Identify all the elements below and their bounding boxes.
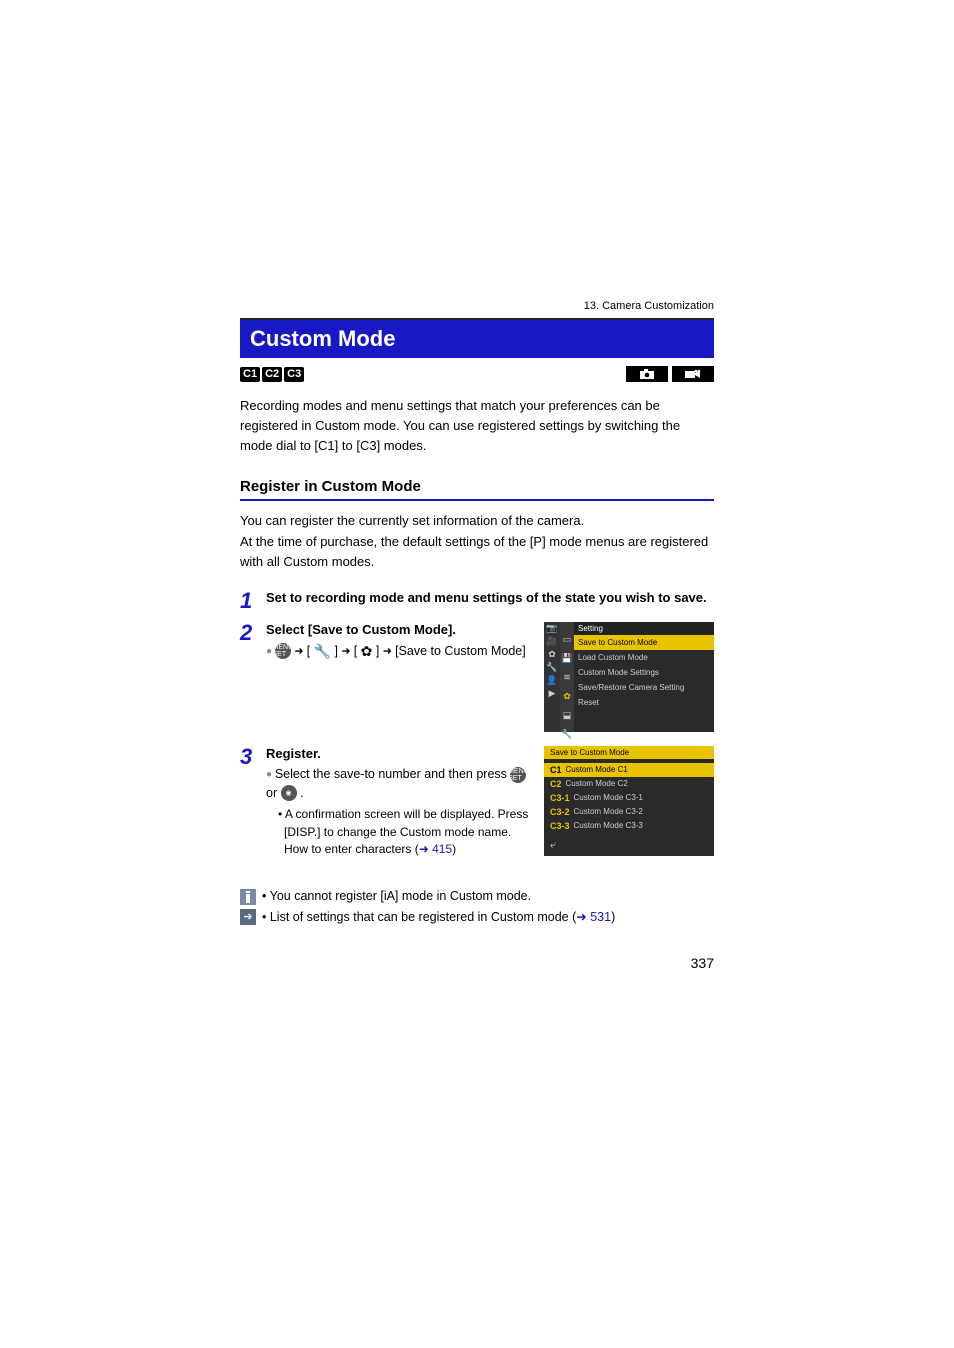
menu-item: Custom Mode Settings [574, 665, 714, 680]
arrow-icon: ➜ [383, 645, 395, 657]
menu-set-icon: MENUSET [275, 643, 291, 659]
right-arrow-icon: ➜ [419, 842, 432, 856]
page-sub-icon: ▭ [563, 634, 572, 645]
photo-mode-icon [626, 366, 668, 382]
step-2: 2 Select [Save to Custom Mode]. MENUSET … [240, 622, 534, 662]
step-heading: Select [Save to Custom Mode]. [266, 622, 534, 637]
back-icon: ⤶ [544, 835, 714, 856]
card-sub-icon: 💾 [561, 653, 572, 664]
notes-block: You cannot register [iA] mode in Custom … [240, 889, 714, 925]
save-slot-menu-figure: Save to Custom Mode C1Custom Mode C1 C2C… [544, 746, 714, 856]
menu-panel-title: Save to Custom Mode [544, 746, 714, 759]
section-text: You can register the currently set infor… [240, 511, 714, 571]
camera-tab-icon: 📷 [544, 622, 560, 635]
page-ref-link[interactable]: 415 [432, 842, 452, 856]
mode-badge-c1: C1 [240, 367, 260, 382]
intro-text: Recording modes and menu settings that m… [240, 396, 714, 456]
arrow-icon: ➜ [341, 645, 353, 657]
page-content: 13. Camera Customization Custom Mode C1 … [0, 0, 954, 1031]
breadcrumb: 13. Camera Customization [240, 300, 714, 312]
mode-badges: C1 C2 C3 [240, 367, 304, 382]
menu-item: Save/Restore Camera Setting [574, 680, 714, 695]
wrench-tab-icon: 🔧 [544, 661, 560, 674]
note-link: ➔ List of settings that can be registere… [240, 909, 714, 925]
confirmation-note: A confirmation screen will be displayed.… [278, 806, 534, 858]
menu-item: C3-2Custom Mode C3-2 [544, 805, 714, 819]
arrow-icon: ➜ [294, 645, 306, 657]
menu-sidebar-tabs: 📷 🎥 ✿ 🔧 👤 ▶ [544, 622, 560, 732]
note-text: You cannot register [iA] mode in Custom … [262, 889, 531, 903]
menu-subtabs: ▭ 💾 ≋ ✿ ⬓ 🔧 [560, 622, 574, 732]
menu-path: MENUSET ➜ [ 🔧 ] ➜ [ ✿ ] ➜ [Save to Custo… [266, 641, 534, 662]
video-tab-icon: 🎥 [544, 635, 560, 648]
gear-icon: ✿ [361, 643, 373, 659]
info-note-icon [240, 889, 256, 905]
menu-set-icon: MENUSET [510, 767, 526, 783]
menu-panel-title: Setting [574, 622, 714, 635]
play-tab-icon: ▶ [544, 687, 560, 700]
menu-path-end: [Save to Custom Mode] [395, 644, 526, 658]
menu-item: C3-3Custom Mode C3-3 [544, 819, 714, 833]
step-3-row: 3 Register. Select the save-to number an… [240, 746, 714, 869]
step-2-row: 2 Select [Save to Custom Mode]. MENUSET … [240, 622, 714, 732]
menu-item: C3-1Custom Mode C3-1 [544, 791, 714, 805]
net-sub-icon: ≋ [563, 672, 571, 683]
menu-main-panel: Setting Save to Custom Mode Load Custom … [574, 622, 714, 732]
menu-item: Load Custom Mode [574, 650, 714, 665]
mode-badge-row: C1 C2 C3 [240, 366, 714, 382]
gear-sub-icon: ✿ [563, 691, 571, 702]
step-number: 3 [240, 746, 266, 859]
video-mode-icon [672, 366, 714, 382]
wrench2-sub-icon: 🔧 [561, 729, 572, 740]
right-arrow-icon: ➜ [576, 910, 590, 924]
arrow-note-icon: ➔ [240, 909, 256, 925]
menu-item: Reset [574, 695, 714, 710]
menu-item: C1Custom Mode C1 [544, 763, 714, 777]
page-ref-link[interactable]: 531 [590, 910, 611, 924]
mode-badge-c2: C2 [262, 367, 282, 382]
note-text: List of settings that can be registered … [262, 909, 615, 924]
page-number: 337 [240, 955, 714, 971]
step-1: 1 Set to recording mode and menu setting… [240, 590, 714, 612]
mode-badge-c3: C3 [284, 367, 304, 382]
custom-tab-icon: ✿ [544, 648, 560, 661]
joystick-icon: ◉ [281, 785, 297, 801]
wrench-icon: 🔧 [314, 643, 331, 659]
user-tab-icon: 👤 [544, 674, 560, 687]
step-3: 3 Register. Select the save-to number an… [240, 746, 534, 859]
step-heading: Register. [266, 746, 534, 761]
note-info: You cannot register [iA] mode in Custom … [240, 889, 714, 905]
step-line: Select the save-to number and then press… [266, 765, 534, 803]
menu-item: C2Custom Mode C2 [544, 777, 714, 791]
step-number: 2 [240, 622, 266, 662]
screen-sub-icon: ⬓ [563, 710, 572, 721]
step-number: 1 [240, 590, 266, 612]
menu-item: Save to Custom Mode [574, 635, 714, 650]
step-heading: Set to recording mode and menu settings … [266, 590, 714, 605]
page-title: Custom Mode [240, 318, 714, 358]
section-heading: Register in Custom Mode [240, 478, 714, 501]
settings-menu-figure: 📷 🎥 ✿ 🔧 👤 ▶ ▭ 💾 ≋ ✿ ⬓ 🔧 Setting [544, 622, 714, 732]
